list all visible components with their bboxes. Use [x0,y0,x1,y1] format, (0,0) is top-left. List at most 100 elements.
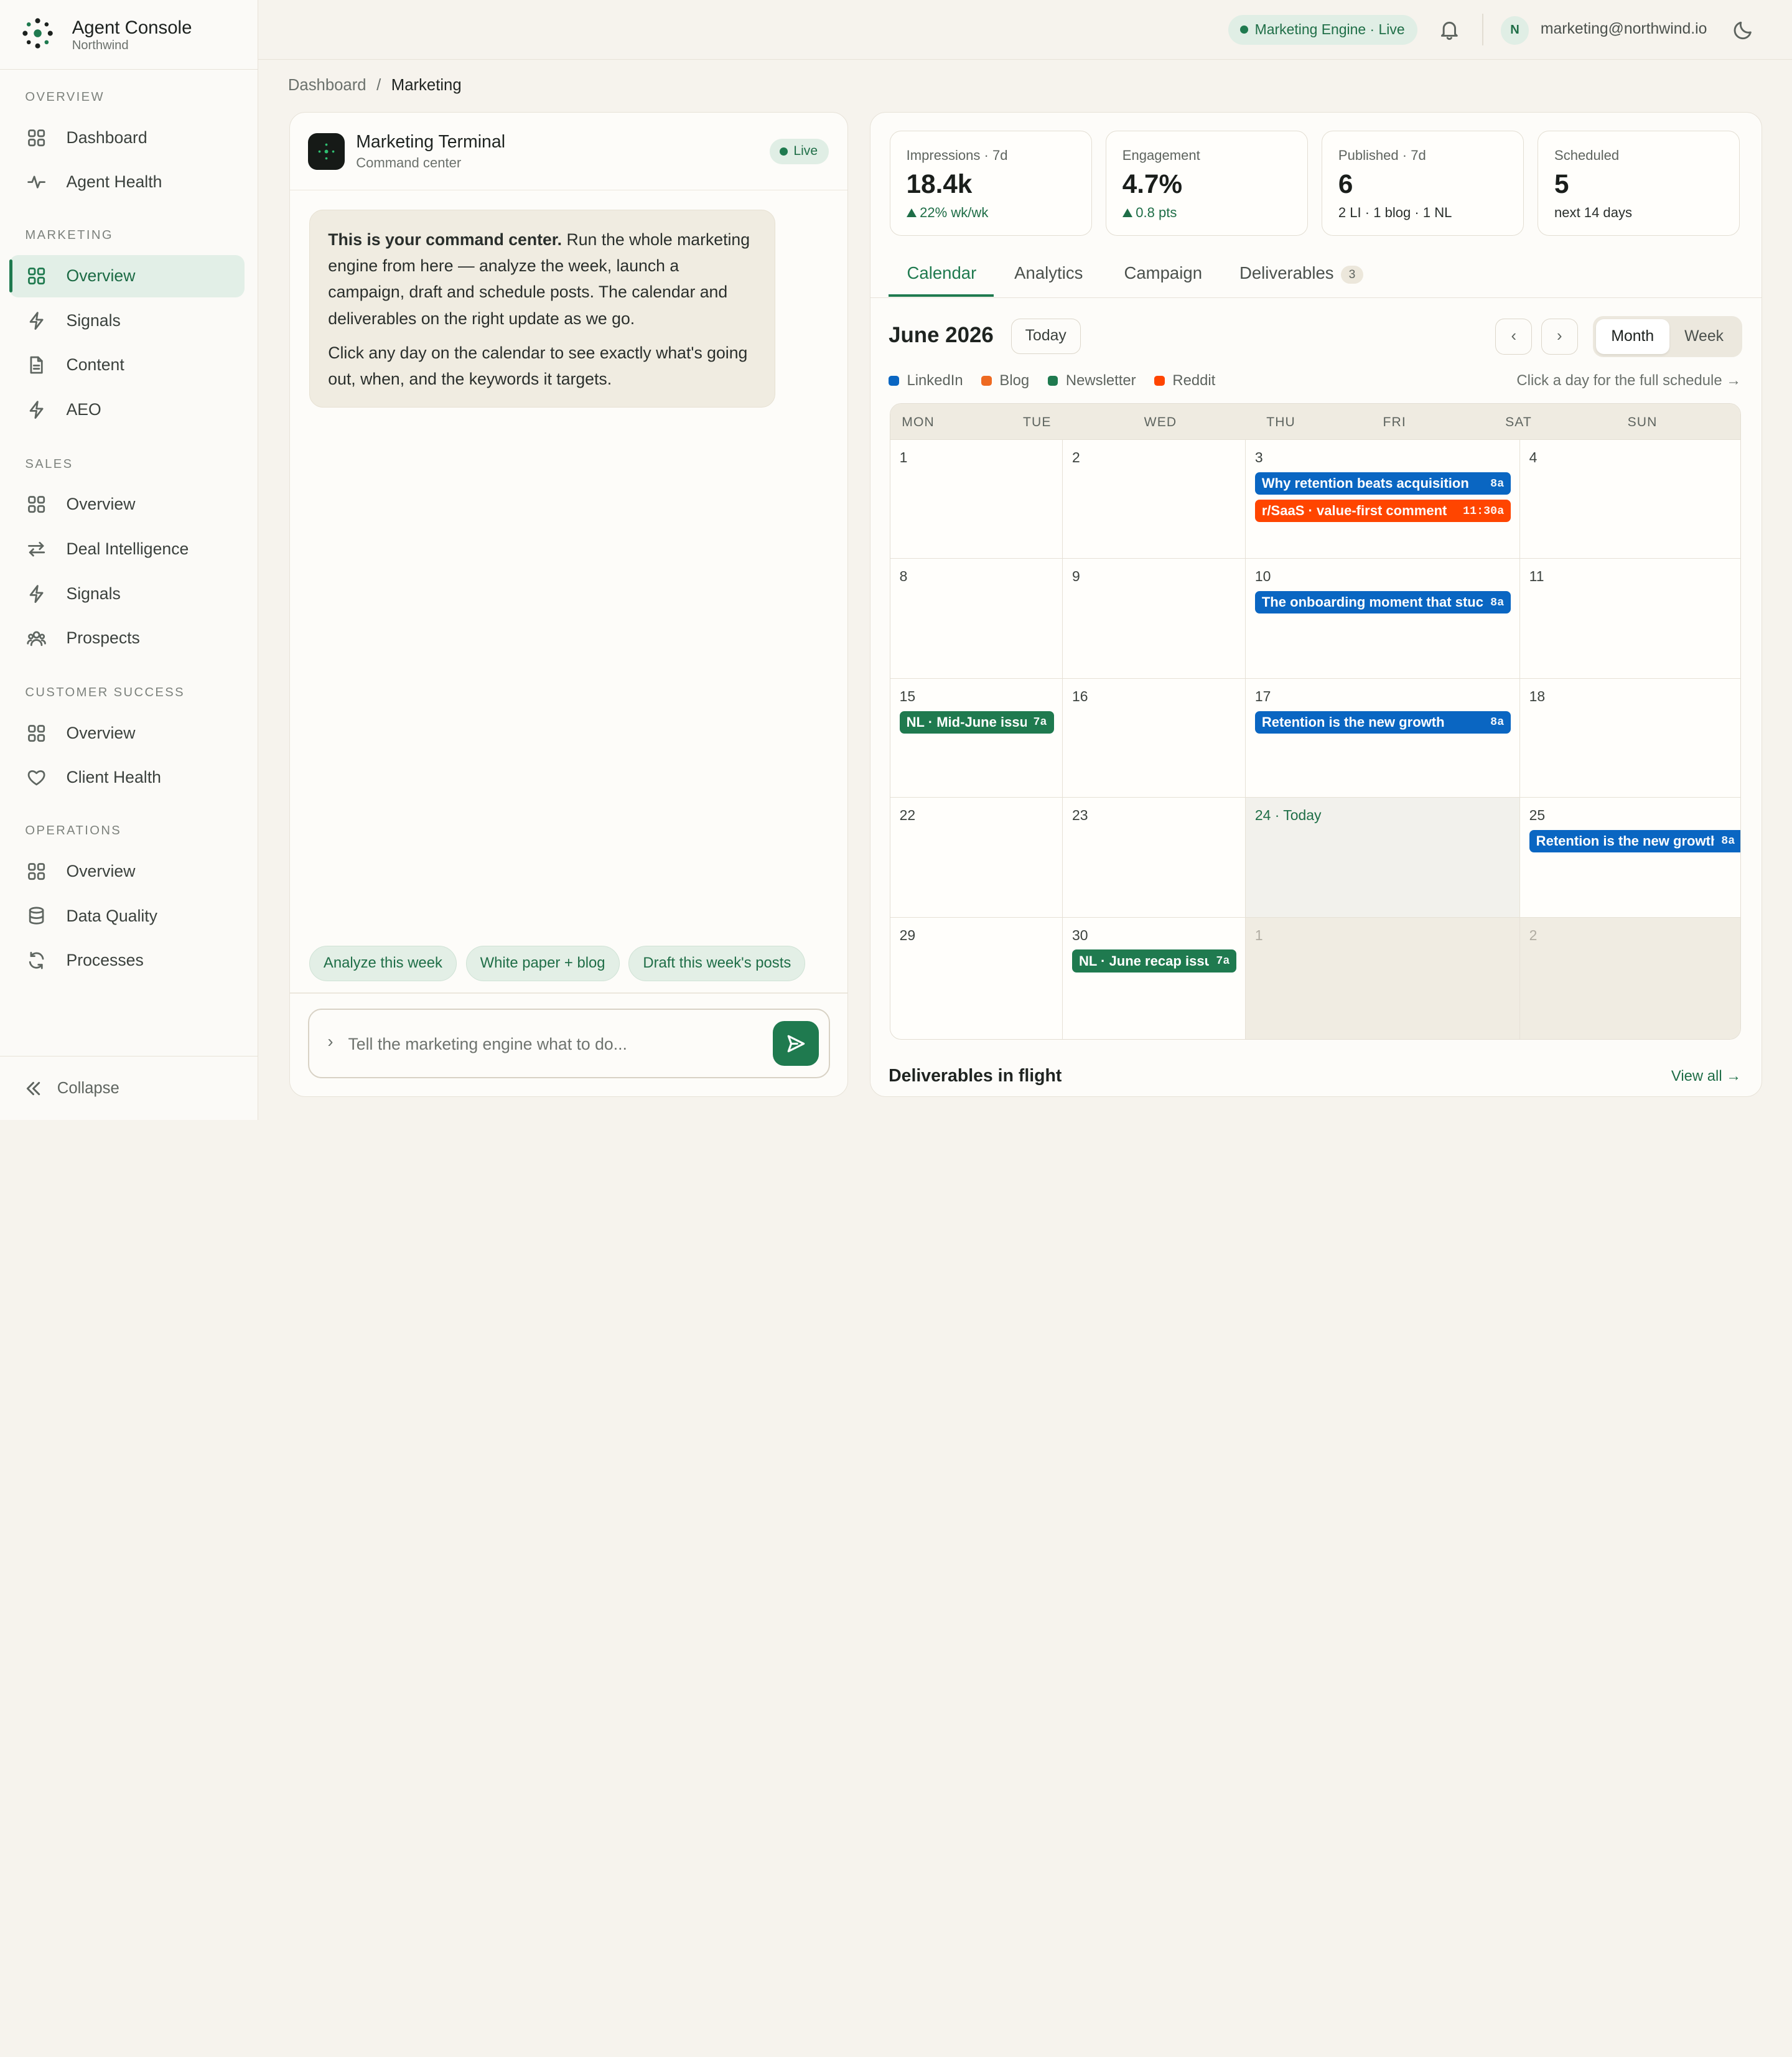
stat-subtext-value: 2 LI · 1 blog · 1 NL [1338,204,1452,220]
pulse-icon [25,171,48,194]
calendar-day[interactable]: 1 [890,440,1063,559]
calendar-day[interactable]: 29 [890,918,1063,1039]
calendar-day[interactable]: 11 [1519,559,1741,679]
suggestion-chip[interactable]: Draft this week's posts [628,945,806,981]
legend-label: Blog [999,371,1030,389]
calendar-grid: MON TUE WED THU FRI SAT SUN 1 2 3 Why retention b… [889,403,1742,1040]
nav-section-heading: SALES [25,457,73,471]
calendar-day[interactable]: 10 The onboarding moment that stuck 8a [1246,559,1520,679]
calendar-event-newsletter[interactable]: NL · Mid-June issue 7a [899,711,1054,734]
suggestion-chip[interactable]: Analyze this week [309,945,457,981]
weekday-label: MON [902,414,935,429]
sidebar-item-label: Agent Health [66,172,162,192]
avatar[interactable]: N [1500,16,1529,45]
user-email[interactable]: marketing@northwind.io [1541,21,1707,38]
command-input[interactable] [348,1029,760,1059]
stat-subtext-value: next 14 days [1554,204,1632,220]
sidebar-item-sales-deal-intelligence[interactable]: Deal Intelligence [9,528,245,571]
prev-month-button[interactable]: ‹ [1495,318,1533,355]
month-view-button[interactable]: Month [1596,319,1669,354]
stat-value: 5 [1554,169,1569,198]
event-time: 8a [1490,716,1505,729]
tab-campaign[interactable]: Campaign [1124,263,1202,283]
stat-card-scheduled: Scheduled 5 next 14 days [1538,131,1740,236]
calendar-day[interactable]: 25 Retention is the new growth. 8a [1519,798,1741,918]
calendar-event-linkedin[interactable]: Retention is the new growth. 8a [1529,829,1741,853]
calendar-day-today[interactable]: 24 · Today [1246,798,1520,918]
event-title: Retention is the new growth. [1536,833,1715,849]
engine-status-badge[interactable]: Marketing Engine · Live [1228,14,1417,45]
stat-card-impressions-7d: Impressions · 7d 18.4k 22% wk/wk [889,131,1093,236]
active-tab-indicator [889,294,994,297]
calendar-day[interactable]: 23 [1063,798,1246,918]
sidebar-item-customer-success-client-health[interactable]: Client Health [9,757,245,799]
sidebar-item-label: Overview [66,495,136,514]
nav-section-heading: CUSTOMER SUCCESS [25,686,185,700]
sidebar-item-marketing-overview[interactable]: Overview [9,254,245,297]
calendar-event-linkedin[interactable]: The onboarding moment that stuck 8a [1254,590,1511,614]
weekday-label: WED [1144,414,1177,429]
sidebar-item-operations-overview[interactable]: Overview [9,851,245,893]
tab-deliverables[interactable]: Deliverables 3 [1239,263,1364,284]
calendar-day[interactable]: 4 [1519,440,1741,559]
calendar-day[interactable]: 1 [1246,918,1520,1039]
terminal-logo-icon [308,133,345,170]
calendar-day[interactable]: 2 [1063,440,1246,559]
sidebar-item-sales-overview[interactable]: Overview [9,483,245,526]
marketing-terminal-panel: Marketing Terminal Command center Live T… [289,111,848,1098]
sidebar-item-overview-dashboard[interactable]: Dashboard [9,116,245,159]
sidebar-item-marketing-signals[interactable]: Signals [9,299,245,342]
sidebar-item-sales-signals[interactable]: Signals [9,572,245,615]
day-number: 30 [1071,926,1088,943]
next-month-button[interactable]: › [1541,318,1578,355]
legend-item-newsletter: Newsletter [1047,372,1136,389]
sidebar-item-sales-prospects[interactable]: Prospects [9,617,245,660]
sidebar-item-label: Client Health [66,768,161,787]
calendar-day[interactable]: 18 [1519,679,1741,798]
calendar-event-newsletter[interactable]: NL · June recap issue 7a [1071,949,1237,973]
suggestion-chip[interactable]: White paper + blog [465,945,620,981]
topbar: Marketing Engine · Live N marketing@nort… [258,0,1792,60]
calendar-day[interactable]: 22 [890,798,1063,918]
day-number: 16 [1071,688,1088,704]
calendar-day[interactable]: 9 [1063,559,1246,679]
calendar-day[interactable]: 3 Why retention beats acquisition 8a r/SaaS… [1246,440,1520,559]
breadcrumb-parent[interactable]: Dashboard [288,77,366,95]
week-view-button[interactable]: Week [1669,319,1739,353]
calendar-day[interactable]: 2 [1519,918,1741,1039]
trend-up-icon [906,208,917,217]
sidebar-item-operations-processes[interactable]: Processes [9,940,245,982]
calendar-day[interactable]: 17 Retention is the new growth 8a [1246,679,1520,798]
sidebar-item-marketing-aeo[interactable]: AEO [9,388,245,431]
calendar-event-linkedin[interactable]: Retention is the new growth 8a [1254,711,1511,734]
view-toggle: Month Week [1592,315,1743,358]
moon-icon[interactable] [1732,18,1755,41]
arrows-swap-icon [25,538,48,561]
sidebar-item-customer-success-overview[interactable]: Overview [9,712,245,754]
calendar-event-linkedin[interactable]: Why retention beats acquisition 8a [1254,472,1511,495]
tab-analytics[interactable]: Analytics [1014,263,1083,283]
today-button[interactable]: Today [1010,318,1081,354]
calendar-day[interactable]: 15 NL · Mid-June issue 7a [890,679,1063,798]
sidebar-item-marketing-content[interactable]: Content [9,344,245,386]
send-button[interactable] [773,1021,819,1066]
collapse-label: Collapse [57,1079,119,1097]
weekday-label: THU [1266,414,1295,429]
tab-calendar[interactable]: Calendar [907,263,976,283]
terminal-subtitle: Command center [356,154,462,170]
stat-subtext: next 14 days [1554,205,1632,221]
bell-icon[interactable] [1438,18,1461,41]
sidebar-item-label: Signals [66,310,121,330]
calendar-event-reddit[interactable]: r/SaaS · value-first comment 11:30a [1254,499,1511,523]
calendar-day[interactable]: 8 [890,559,1063,679]
view-all-link[interactable]: View all → [1671,1068,1741,1085]
stat-subtext: 22% wk/wk [906,205,988,221]
legend-label: Reddit [1172,371,1216,389]
collapse-button[interactable]: Collapse [0,1056,259,1120]
sidebar-item-overview-agent-health[interactable]: Agent Health [9,161,245,203]
weekday-label: TUE [1022,414,1052,429]
sidebar-item-operations-data-quality[interactable]: Data Quality [9,895,245,937]
calendar-day[interactable]: 30 NL · June recap issue 7a [1063,918,1246,1039]
calendar-day[interactable]: 16 [1063,679,1246,798]
legend-item-reddit: Reddit [1154,372,1215,389]
